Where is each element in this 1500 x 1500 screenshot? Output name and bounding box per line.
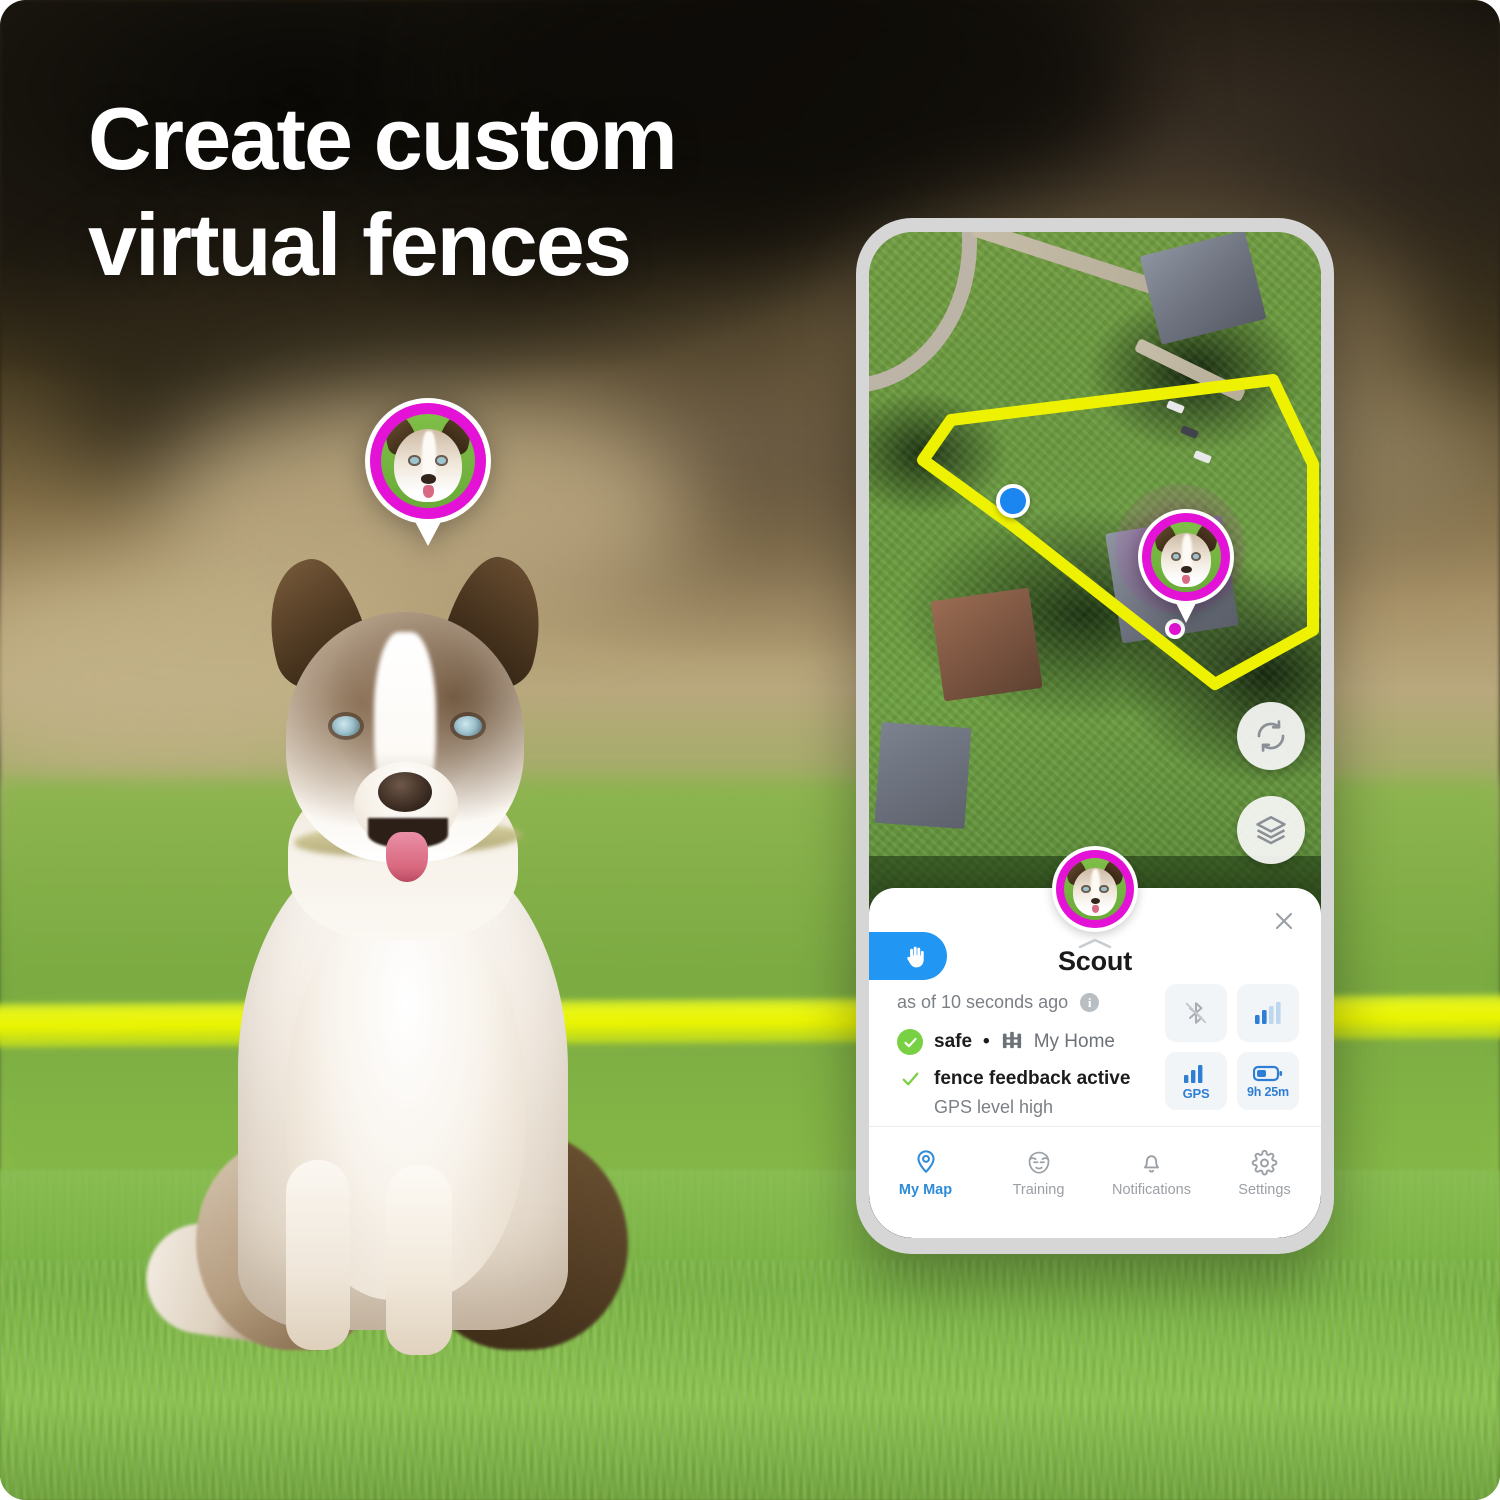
status-tiles: GPS 9h 25m [1165,984,1299,1110]
blue-location-dot [996,483,1031,518]
pet-map-pin[interactable] [1137,508,1234,625]
battery-icon [1253,1065,1283,1081]
phone-mockup: Scout as of 10 seconds ago i safe • My H… [856,218,1334,1254]
fence-feedback-label: fence feedback active [934,1068,1131,1089]
safe-label: safe [934,1031,973,1052]
pet-avatar-sheet[interactable] [1052,846,1138,932]
page-title: Create custom virtual fences [88,86,848,299]
fence-icon [1001,1030,1023,1055]
signal-bars-icon [1184,1064,1203,1083]
bottom-navigation: My Map Training Notifications Settings [869,1126,1321,1212]
pet-name: Scout [1057,946,1132,976]
refresh-button[interactable] [1237,702,1305,770]
bluetooth-off-icon [1185,1002,1207,1024]
face-icon [1028,1151,1049,1174]
promo-canvas: Create custom virtual fences Scout as of… [0,0,1500,1500]
battery-tile[interactable]: 9h 25m [1237,1052,1299,1110]
nav-my-map-label: My Map [898,1182,953,1198]
nav-notifications[interactable]: Notifications [1095,1149,1208,1198]
close-button[interactable] [1267,904,1301,938]
headline-line-2: virtual fences [88,195,632,295]
nav-training-label: Training [1012,1182,1065,1198]
pet-detail-sheet: Scout as of 10 seconds ago i safe • My H… [869,846,1321,1238]
refresh-icon [1257,720,1285,752]
bell-icon [1144,1155,1159,1173]
layers-button[interactable] [1237,796,1305,864]
nav-notifications-label: Notifications [1112,1182,1191,1198]
place-label: My Home [1033,1031,1115,1052]
gear-icon [1251,1149,1278,1176]
separator: • [983,1031,990,1052]
layers-icon [1256,815,1286,845]
headline-line-1: Create custom [88,89,678,188]
map-pin-icon [916,1150,935,1173]
nav-settings-label: Settings [1238,1182,1291,1198]
signal-bars-icon [1255,1002,1281,1024]
gps-tile-label: GPS [1182,1085,1210,1101]
pin-outer-ring [365,398,491,524]
cellular-tile[interactable] [1237,984,1299,1042]
nav-settings[interactable]: Settings [1208,1149,1321,1198]
nav-training[interactable]: Training [982,1149,1095,1198]
pin-magenta-ring [370,403,486,519]
nav-my-map[interactable]: My Map [869,1149,982,1198]
battery-tile-label: 9h 25m [1247,1084,1289,1099]
pet-avatar [1150,521,1221,592]
pet-location-pin [365,398,491,548]
close-icon [1275,912,1293,930]
phone-screen: Scout as of 10 seconds ago i safe • My H… [869,232,1321,1238]
info-icon[interactable]: i [1080,993,1100,1012]
bluetooth-tile[interactable] [1165,984,1227,1042]
as-of-label: as of 10 seconds ago [897,992,1069,1012]
gps-tile[interactable]: GPS [1165,1052,1227,1110]
pet-avatar [381,414,475,508]
check-circle-icon [897,1029,923,1055]
hero-dog-photo [118,540,678,1355]
check-icon [897,1068,923,1090]
